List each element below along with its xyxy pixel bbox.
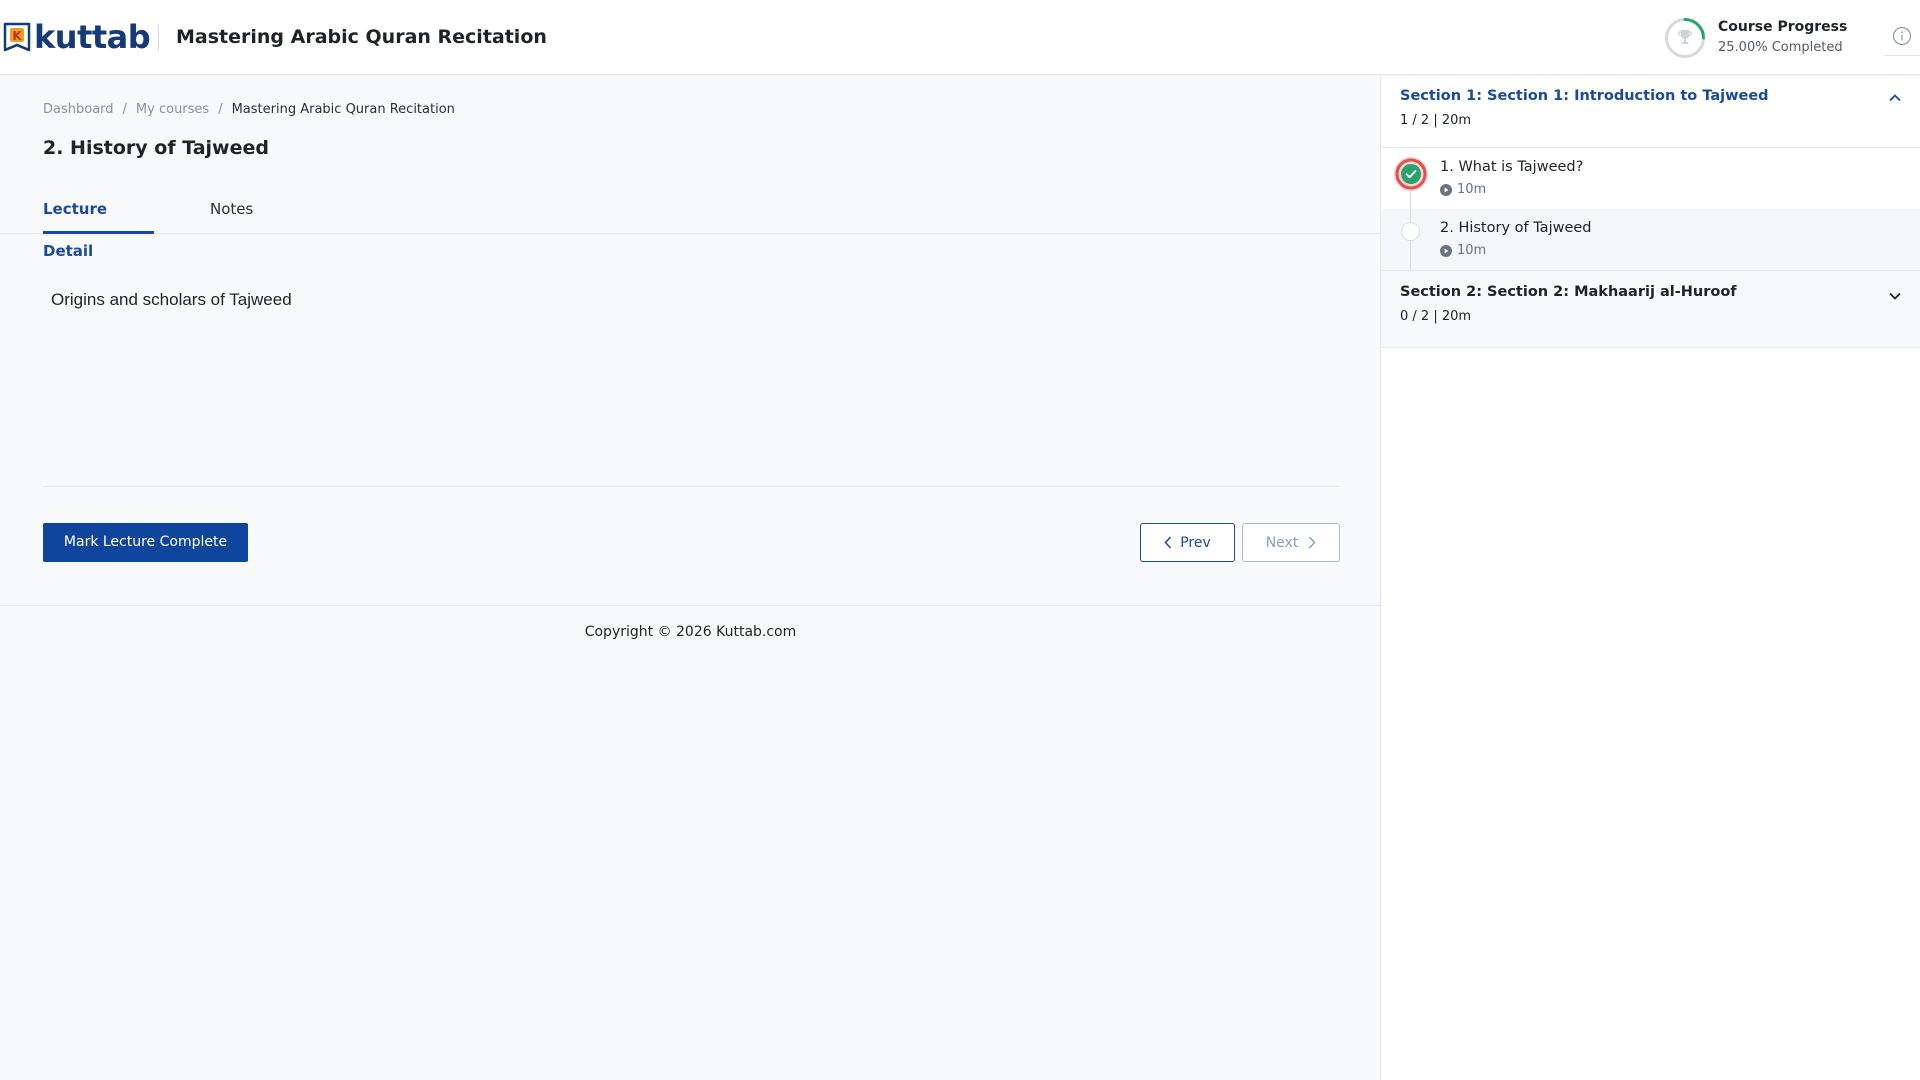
section-title: Section 2: Section 2: Makhaarij al-Huroo… xyxy=(1400,284,1737,300)
curriculum-sidebar: Section 1: Section 1: Introduction to Ta… xyxy=(1382,76,1920,1080)
breadcrumb-separator: / xyxy=(218,102,223,117)
lecture-description: Origins and scholars of Tajweed xyxy=(51,290,292,309)
top-header: K kuttab Mastering Arabic Quran Recitati… xyxy=(0,0,1920,75)
progress-ring xyxy=(1664,17,1706,59)
play-circle-icon xyxy=(1440,245,1452,257)
chevron-right-icon xyxy=(1308,536,1316,549)
section-1-header[interactable]: Section 1: Section 1: Introduction to Ta… xyxy=(1382,76,1920,147)
kuttab-logo[interactable]: K kuttab xyxy=(2,17,151,57)
play-circle-icon xyxy=(1440,184,1452,196)
lecture-item-2[interactable]: 2. History of Tajweed 10m xyxy=(1382,209,1920,270)
copyright-text: Copyright © 2026 Kuttab.com xyxy=(584,624,797,640)
progress-percent: 25.00% Completed xyxy=(1718,40,1843,55)
prev-button-label: Prev xyxy=(1180,534,1211,551)
lecture-duration-text: 10m xyxy=(1457,243,1487,258)
section-2-header[interactable]: Section 2: Section 2: Makhaarij al-Huroo… xyxy=(1382,271,1920,348)
lecture-main: Dashboard / My courses / Mastering Arabi… xyxy=(0,76,1381,1080)
progress-label: Course Progress xyxy=(1718,19,1848,35)
book-logo-icon: K xyxy=(2,20,32,54)
pending-circle-icon xyxy=(1401,222,1420,241)
tab-lecture-detail[interactable]: Lecture Detail xyxy=(43,188,154,260)
info-button[interactable] xyxy=(1884,20,1920,56)
next-button-label: Next xyxy=(1265,534,1299,551)
trophy-icon xyxy=(1676,28,1694,46)
breadcrumb-current-course: Mastering Arabic Quran Recitation xyxy=(231,102,455,117)
check-circle-icon xyxy=(1392,155,1430,193)
section-2: Section 2: Section 2: Makhaarij al-Huroo… xyxy=(1382,271,1920,348)
breadcrumb-dashboard[interactable]: Dashboard xyxy=(43,101,114,119)
next-button[interactable]: Next xyxy=(1242,523,1340,562)
chevron-left-icon xyxy=(1164,536,1172,549)
footer-divider xyxy=(0,605,1381,606)
section-title: Section 1: Section 1: Introduction to Ta… xyxy=(1400,88,1769,104)
lecture-name: 1. What is Tajweed? xyxy=(1440,159,1584,175)
lecture-duration-text: 10m xyxy=(1457,182,1487,197)
breadcrumb-my-courses[interactable]: My courses xyxy=(136,101,209,119)
lecture-duration: 10m xyxy=(1440,242,1486,260)
logo-wordmark: kuttab xyxy=(34,18,151,56)
tab-notes[interactable]: Notes xyxy=(210,188,253,234)
breadcrumb: Dashboard / My courses / Mastering Arabi… xyxy=(43,101,455,119)
chevron-down-icon[interactable] xyxy=(1887,288,1903,304)
info-circle-icon xyxy=(1892,26,1912,50)
section-1: Section 1: Section 1: Introduction to Ta… xyxy=(1382,76,1920,271)
course-title: Mastering Arabic Quran Recitation xyxy=(176,26,547,48)
lecture-name: 2. History of Tajweed xyxy=(1440,220,1592,236)
breadcrumb-separator: / xyxy=(122,102,127,117)
section-meta: 1 / 2 | 20m xyxy=(1400,113,1472,128)
section-meta: 0 / 2 | 20m xyxy=(1400,309,1472,324)
header-divider xyxy=(158,25,159,51)
mark-lecture-complete-button[interactable]: Mark Lecture Complete xyxy=(43,523,248,562)
lecture-title: 2. History of Tajweed xyxy=(43,137,269,159)
content-divider xyxy=(43,486,1340,487)
section-1-lectures: 1. What is Tajweed? 10m 2. History of Ta… xyxy=(1382,147,1920,270)
course-progress: Course Progress 25.00% Completed xyxy=(1664,17,1847,59)
lecture-tabs: Lecture Detail Notes xyxy=(0,188,1381,260)
chevron-up-icon[interactable] xyxy=(1887,90,1903,106)
svg-text:K: K xyxy=(12,29,22,43)
lecture-duration: 10m xyxy=(1440,181,1486,199)
prev-button[interactable]: Prev xyxy=(1140,523,1235,562)
lecture-item-1[interactable]: 1. What is Tajweed? 10m xyxy=(1382,148,1920,209)
